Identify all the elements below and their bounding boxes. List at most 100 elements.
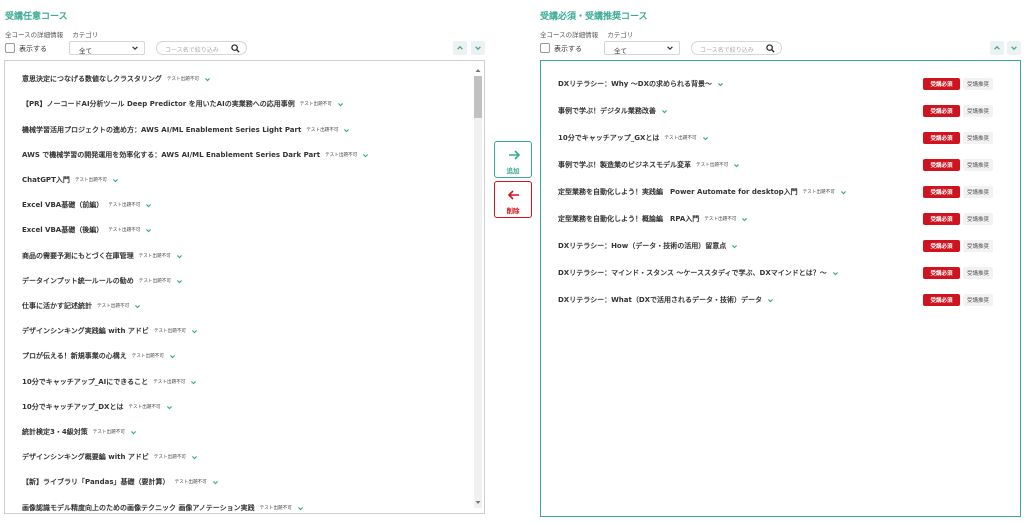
filter-select[interactable]: 全て [69, 41, 145, 55]
required-badge[interactable]: 受講必須 [923, 159, 960, 171]
status-badge: テスト出題不可 [128, 405, 161, 410]
list-item[interactable]: 意思決定につなげる数値なしクラスタリング テスト出題不可 [22, 72, 211, 86]
add-course-button[interactable]: 追加 [494, 141, 532, 178]
status-badge: テスト出題不可 [696, 163, 729, 168]
chevron-down-icon[interactable] [731, 243, 738, 250]
list-item[interactable]: AWS で機械学習の開発運用を効率化する：AWS AI/ML Enablemen… [22, 148, 369, 162]
list-item[interactable]: Excel VBA基礎（前編） テスト出題不可 [22, 198, 152, 212]
filter-select[interactable]: 全て [604, 41, 680, 55]
recommended-badge[interactable]: 受講推奨 [963, 267, 993, 279]
move-up-button[interactable] [990, 41, 1004, 55]
list-item[interactable]: 画像認識モデル精度向上のための画像テクニック 画像アノテーション実践 テスト出題不… [22, 501, 304, 513]
chevron-down-icon[interactable] [191, 454, 198, 461]
chevron-down-icon[interactable] [169, 353, 176, 360]
list-item[interactable]: 定型業務を自動化しよう！実践編 Power Automate for deskt… [558, 185, 847, 199]
recommended-badge[interactable]: 受講推奨 [963, 213, 993, 225]
required-badge[interactable]: 受講必須 [923, 132, 960, 144]
chevron-down-icon[interactable] [130, 429, 137, 436]
scroll-up-arrow-icon[interactable] [474, 66, 482, 75]
chevron-down-icon[interactable] [717, 81, 724, 88]
recommended-badge[interactable]: 受講推奨 [963, 159, 993, 171]
move-down-button[interactable] [471, 41, 485, 55]
show-checkbox[interactable] [540, 43, 550, 53]
chevron-down-icon[interactable] [166, 404, 173, 411]
list-item[interactable]: 統計検定3・4級対策 テスト出題不可 [22, 425, 137, 439]
list-item[interactable]: 機械学習活用プロジェクトの進め方：AWS AI/ML Enablement Se… [22, 123, 350, 137]
required-course-list: DXリテラシー：Why 〜DXの求められる背景〜 受講必須 受講推奨 事例で学ぶ… [540, 60, 1021, 517]
tab-category[interactable]: カテゴリ [72, 29, 98, 39]
chevron-down-icon[interactable] [176, 278, 183, 285]
chevron-down-icon[interactable] [112, 177, 119, 184]
chevron-down-icon[interactable] [191, 328, 198, 335]
tab-course-details[interactable]: 全コースの詳細情報 [540, 29, 598, 39]
scrollbar[interactable] [474, 76, 482, 508]
scrollbar-thumb[interactable] [474, 76, 482, 118]
required-badge[interactable]: 受講必須 [923, 240, 960, 252]
list-item[interactable]: 10分でキャッチアップ_GXとは テスト出題不可 [558, 131, 709, 145]
list-item[interactable]: 事例で学ぶ！デジタル業務改善 [558, 104, 668, 118]
list-item[interactable]: 仕事に活かす記述統計 テスト出題不可 [22, 299, 141, 313]
chevron-down-icon[interactable] [362, 152, 369, 159]
arrow-right-icon [509, 150, 521, 160]
required-badge[interactable]: 受講必須 [923, 78, 960, 90]
remove-course-button[interactable]: 削除 [494, 181, 532, 218]
list-controls: 表示する 全て コース名で絞り込み [540, 41, 1024, 55]
chevron-down-icon[interactable] [337, 101, 344, 108]
chevron-down-icon[interactable] [343, 127, 350, 134]
chevron-down-icon[interactable] [661, 108, 668, 115]
tab-course-details[interactable]: 全コースの詳細情報 [5, 29, 63, 39]
chevron-down-icon[interactable] [767, 297, 774, 304]
list-item[interactable]: デザインシンキング実践編 with アドビ テスト出題不可 [22, 324, 198, 338]
chevron-down-icon[interactable] [145, 227, 152, 234]
status-badge: テスト出題不可 [802, 190, 835, 195]
chevron-down-icon[interactable] [134, 303, 141, 310]
chevron-down-icon[interactable] [190, 379, 197, 386]
chevron-down-icon[interactable] [176, 253, 183, 260]
chevron-down-icon[interactable] [297, 505, 304, 512]
recommended-badge[interactable]: 受講推奨 [963, 186, 993, 198]
chevron-down-icon[interactable] [832, 270, 839, 277]
required-badge[interactable]: 受講必須 [923, 186, 960, 198]
required-badge[interactable]: 受講必須 [923, 267, 960, 279]
list-item[interactable]: 【新】ライブラリ「Pandas」基礎（要計算） テスト出題不可 [22, 475, 219, 489]
required-badge[interactable]: 受講必須 [923, 105, 960, 117]
list-item[interactable]: DXリテラシー：How（データ・技術の活用）留意点 [558, 239, 738, 253]
chevron-down-icon[interactable] [204, 76, 211, 83]
show-checkbox[interactable] [5, 43, 15, 53]
chevron-down-icon[interactable] [145, 202, 152, 209]
course-search-input[interactable]: コース名で絞り込み [691, 41, 782, 55]
list-item[interactable]: 10分でキャッチアップ_AIにできること テスト出題不可 [22, 375, 197, 389]
recommended-badge[interactable]: 受講推奨 [963, 78, 993, 90]
chevron-down-icon[interactable] [741, 216, 748, 223]
required-badge[interactable]: 受講必須 [923, 213, 960, 225]
list-item[interactable]: プロが伝える！新規事業の心構え テスト出題不可 [22, 349, 176, 363]
list-item[interactable]: データインプット統一ルールの勧め テスト出題不可 [22, 274, 183, 288]
recommended-badge[interactable]: 受講推奨 [963, 132, 993, 144]
list-item[interactable]: DXリテラシー：マインド・スタンス 〜ケーススタディで学ぶ、DXマインドとは？〜 [558, 266, 839, 280]
chevron-down-icon[interactable] [840, 189, 847, 196]
chevron-down-icon[interactable] [702, 135, 709, 142]
tab-category[interactable]: カテゴリ [607, 29, 633, 39]
scroll-down-arrow-icon[interactable] [474, 498, 482, 507]
status-badge: テスト出題不可 [138, 254, 171, 259]
list-item[interactable]: DXリテラシー：What（DXで活用されるデータ・技術）データ [558, 293, 774, 307]
list-item[interactable]: Excel VBA基礎（後編） テスト出題不可 [22, 223, 152, 237]
required-badge[interactable]: 受講必須 [923, 294, 960, 306]
move-down-button[interactable] [1007, 41, 1021, 55]
list-item[interactable]: 定型業務を自動化しよう！概論編 RPA入門 テスト出題不可 [558, 212, 748, 226]
list-item[interactable]: デザインシンキング概要編 with アドビ テスト出題不可 [22, 450, 198, 464]
list-item[interactable]: DXリテラシー：Why 〜DXの求められる背景〜 [558, 77, 724, 91]
list-item[interactable]: 事例で学ぶ！製造業のビジネスモデル変革 テスト出題不可 [558, 158, 740, 172]
subtabs: 全コースの詳細情報 カテゴリ [5, 29, 98, 39]
chevron-down-icon[interactable] [212, 479, 219, 486]
list-item[interactable]: 【PR】ノーコードAI分析ツール Deep Predictor を用いたAIの実… [22, 97, 344, 111]
course-search-input[interactable]: コース名で絞り込み [156, 41, 247, 55]
recommended-badge[interactable]: 受講推奨 [963, 294, 993, 306]
recommended-badge[interactable]: 受講推奨 [963, 105, 993, 117]
move-up-button[interactable] [453, 41, 467, 55]
list-item[interactable]: ChatGPT入門 テスト出題不可 [22, 173, 119, 187]
chevron-down-icon[interactable] [733, 162, 740, 169]
recommended-badge[interactable]: 受講推奨 [963, 240, 993, 252]
list-item[interactable]: 商品の需要予測にもとづく在庫管理 テスト出題不可 [22, 249, 183, 263]
list-item[interactable]: 10分でキャッチアップ_DXとは テスト出題不可 [22, 400, 173, 414]
